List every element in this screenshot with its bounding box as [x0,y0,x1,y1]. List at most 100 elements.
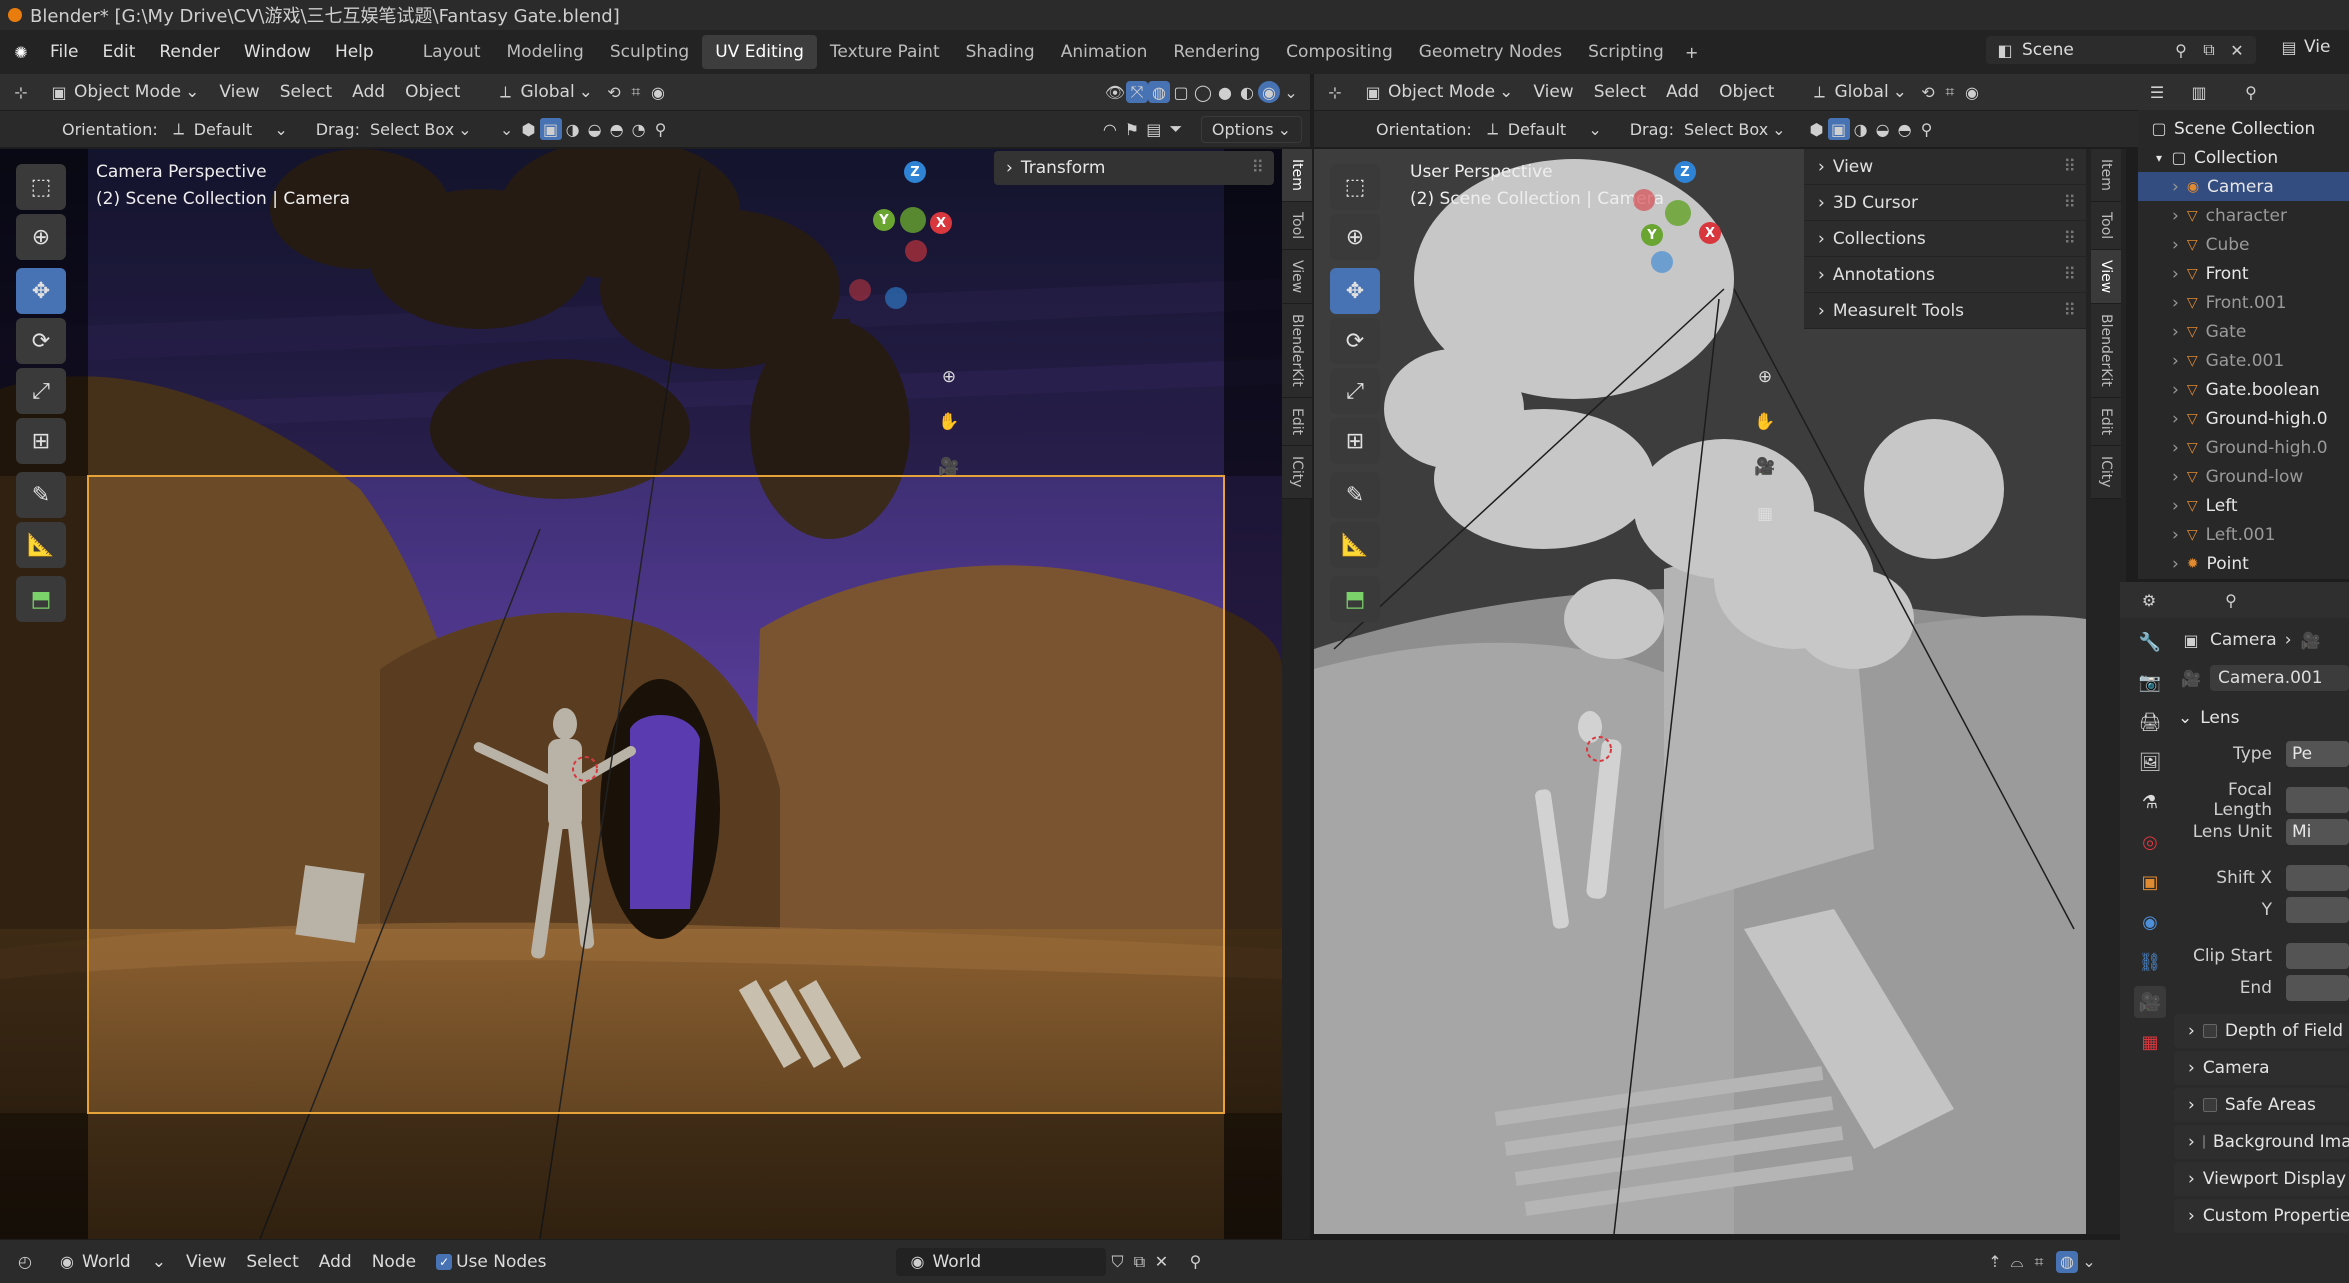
outliner-scene-collection[interactable]: ▢ Scene Collection [2138,114,2349,143]
outliner-item-left-001[interactable]: › ▽ Left.001 [2138,520,2349,549]
close-icon[interactable]: ✕ [2226,39,2248,61]
expand-icon[interactable]: › [2172,438,2179,458]
tab-edit[interactable]: Edit [2091,398,2121,447]
drag-dropdown[interactable]: Select Box ⌄ [1674,117,1796,142]
section-checkbox[interactable] [2202,1098,2217,1112]
visibility-icon[interactable]: 👁 [1104,81,1126,103]
view-layer-tab-icon[interactable]: 🖼 [2134,746,2166,778]
tab-icity[interactable]: ICity [1282,446,1312,499]
world-tab-icon[interactable]: ◎ [2134,826,2166,858]
pivot-icon[interactable]: ⟲ [603,81,625,103]
gizmo-neg-x[interactable] [905,240,927,262]
menu-file[interactable]: File [38,42,90,62]
menu-add[interactable]: Add [1656,79,1709,105]
overlay-options-icon[interactable]: ⌄ [2078,1251,2100,1273]
lens-section-header[interactable]: ⌄ Lens [2174,701,2349,735]
select-mode-extend-icon[interactable]: ◑ [562,118,584,140]
view-layer-selector[interactable]: ▤ Vie [2278,36,2330,58]
tab-view[interactable]: View [1282,250,1312,305]
mode-dropdown[interactable]: ▣ Object Mode ⌄ [38,78,209,106]
section-depth-of-field[interactable]: › Depth of Field [2174,1014,2349,1048]
tab-layout[interactable]: Layout [410,35,494,69]
snap-icon[interactable]: ⌗ [1939,81,1961,103]
texture-tab-icon[interactable]: ▦ [2134,1026,2166,1058]
constraint-tab-icon[interactable]: ⛓ [2134,946,2166,978]
outliner-editor-icon[interactable]: ☰ [2146,81,2168,103]
menu-add[interactable]: Add [342,79,395,105]
xray-icon[interactable]: ▢ [1170,81,1192,103]
overlay-toggle-icon[interactable]: ◍ [1148,81,1170,103]
select-mode-invert-icon[interactable]: ◓ [1894,118,1916,140]
drag-handle-icon[interactable]: ⠿ [1252,158,1264,178]
tab-view[interactable]: View [2091,250,2121,305]
editor-type-icon[interactable]: ◴ [14,1251,36,1273]
expand-icon[interactable]: › [2172,293,2179,313]
annotate-tool[interactable]: ✎ [1330,472,1380,518]
proportional-edit-icon[interactable]: ◉ [1961,81,1983,103]
tab-uv-editing[interactable]: UV Editing [702,35,817,69]
object-tab-icon[interactable]: ▣ [2134,866,2166,898]
properties-editor-icon[interactable]: ⚙ [2138,589,2160,611]
outliner-item-left[interactable]: › ▽ Left [2138,491,2349,520]
camera-view-icon[interactable]: 🎥 [934,452,964,482]
pin-icon[interactable]: ⚲ [2170,39,2192,61]
transform-orientation-dropdown[interactable]: ⟂ Global ⌄ [1798,78,1916,106]
gizmo-x-axis[interactable]: X [1699,222,1721,244]
outliner-item-ground-low[interactable]: › ▽ Ground-low [2138,462,2349,491]
outliner-item-ground-high-0[interactable]: › ▽ Ground-high.0 [2138,404,2349,433]
section-custom-properties[interactable]: › Custom Properties [2174,1199,2349,1233]
gizmo-z-axis[interactable]: Z [904,161,926,183]
zoom-icon[interactable]: ⊕ [1750,362,1780,392]
outliner-item-cube[interactable]: › ▽ Cube [2138,230,2349,259]
world-datablock-selector[interactable]: ◉ World [896,1247,1107,1276]
menu-select[interactable]: Select [1584,79,1656,105]
display-mode-icon[interactable]: ▥ [2188,81,2210,103]
prop-field[interactable] [2286,897,2349,923]
rotate-tool[interactable]: ⟳ [1330,318,1380,364]
parent-node-icon[interactable]: ⇡ [1984,1251,2006,1273]
camera-data-browse-icon[interactable]: 🎥 [2180,667,2202,689]
add-cube-tool[interactable]: ⬒ [16,576,66,622]
unlink-icon[interactable]: ✕ [1150,1251,1172,1273]
section-safe-areas[interactable]: › Safe Areas [2174,1088,2349,1122]
fake-user-icon[interactable]: ⛉ [1106,1251,1128,1273]
gizmo-neg-z[interactable] [1651,251,1673,273]
tab-rendering[interactable]: Rendering [1160,35,1273,69]
solid-shading-icon[interactable]: ● [1214,81,1236,103]
tab-sculpting[interactable]: Sculpting [597,35,702,69]
cursor-tool[interactable]: ⊕ [1330,214,1380,260]
tab-animation[interactable]: Animation [1048,35,1161,69]
npanel-section-view[interactable]: › View ⠿ [1804,149,2086,185]
expand-icon[interactable]: › [2172,554,2179,574]
gizmo-neg-y[interactable] [900,207,926,233]
camera-data-name[interactable]: Camera.001 [2210,665,2349,691]
section-camera[interactable]: › Camera [2174,1051,2349,1085]
select-mode-subtract-icon[interactable]: ◒ [1872,118,1894,140]
tab-texture-paint[interactable]: Texture Paint [817,35,953,69]
transform-tool[interactable]: ⊞ [1330,418,1380,464]
camera-data-selector[interactable]: 🎥 Camera.001 [2174,658,2349,698]
outliner-item-camera[interactable]: › ◉ Camera [2138,172,2349,201]
outliner-item-point[interactable]: › ✹ Point [2138,549,2349,578]
measure-tool[interactable]: 📐 [1330,522,1380,568]
new-scene-icon[interactable]: ⧉ [2198,39,2220,61]
menu-view[interactable]: View [1523,79,1583,105]
perspective-toggle-icon[interactable]: ▦ [1750,499,1780,529]
move-tool[interactable]: ✥ [16,268,66,314]
menu-select[interactable]: Select [270,79,342,105]
pan-hand-icon[interactable]: ✋ [934,407,964,437]
section-checkbox[interactable] [2202,1135,2205,1149]
menu-edit[interactable]: Edit [90,42,147,62]
world-browse-icon[interactable]: ◉ [906,1251,928,1273]
gizmo-z-axis[interactable]: Z [1674,161,1696,183]
camera-view-icon[interactable]: 🎥 [1750,452,1780,482]
search-icon[interactable]: ⚲ [2220,589,2242,611]
transform-panel-header[interactable]: › Transform ⠿ [994,151,1274,185]
output-tab-icon[interactable]: 🖨 [2134,706,2166,738]
zoom-icon[interactable]: ⊕ [934,362,964,392]
add-cube-tool[interactable]: ⬒ [1330,576,1380,622]
cursor-tool[interactable]: ⊕ [16,214,66,260]
outliner-item-ground-high-0[interactable]: › ▽ Ground-high.0 [2138,433,2349,462]
pin-icon[interactable]: ⚲ [1184,1251,1206,1273]
pivot-icon[interactable]: ⟲ [1917,81,1939,103]
